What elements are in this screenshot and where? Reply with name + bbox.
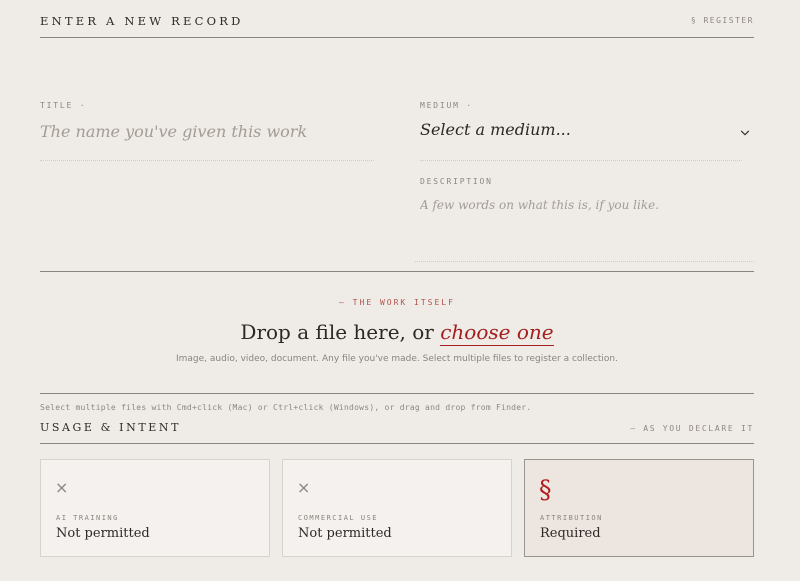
title-input[interactable] (40, 116, 374, 146)
attribution-value: Required (540, 526, 601, 541)
ai-training-card[interactable]: × AI TRAINING Not permitted (40, 459, 270, 557)
chevron-down-icon (740, 123, 750, 136)
form-divider (40, 271, 754, 272)
upload-divider (40, 393, 754, 394)
attribution-label: ATTRIBUTION (540, 514, 603, 522)
commercial-use-label: COMMERCIAL USE (298, 514, 379, 522)
commercial-use-card[interactable]: × COMMERCIAL USE Not permitted (282, 459, 512, 557)
page-header: ENTER A NEW RECORD § REGISTER (40, 14, 754, 38)
medium-select-value: Select a medium... (420, 120, 571, 139)
upload-prompt-prefix: Drop a file here, or (240, 320, 441, 344)
upload-prompt: Drop a file here, or choose one (40, 320, 754, 346)
usage-divider (40, 443, 754, 444)
description-label: DESCRIPTION (420, 177, 493, 186)
close-icon: × (55, 478, 69, 497)
ai-training-label: AI TRAINING (56, 514, 119, 522)
header-divider (40, 37, 754, 38)
medium-underline (420, 160, 742, 161)
section-sign-icon: § (539, 475, 552, 504)
title-underline (40, 160, 374, 161)
page-title: ENTER A NEW RECORD (40, 14, 244, 28)
description-underline (415, 261, 754, 262)
record-entry-page: ENTER A NEW RECORD § REGISTER TITLE · ME… (0, 0, 800, 581)
medium-label: MEDIUM · (420, 101, 473, 110)
description-textarea[interactable] (420, 197, 754, 247)
upload-helper: Image, audio, video, document. Any file … (176, 354, 618, 364)
usage-aside: — AS YOU DECLARE IT (630, 424, 754, 433)
medium-select[interactable]: Select a medium... (420, 116, 754, 146)
title-label: TITLE · (40, 101, 87, 110)
selection-note: Select multiple files with Cmd+click (Ma… (40, 403, 532, 412)
usage-cards: × AI TRAINING Not permitted × COMMERCIAL… (40, 459, 754, 557)
attribution-card[interactable]: § ATTRIBUTION Required (524, 459, 754, 557)
choose-file-link[interactable]: choose one (440, 320, 554, 346)
commercial-use-value: Not permitted (298, 526, 392, 541)
upload-eyebrow: — THE WORK ITSELF (339, 298, 455, 307)
close-icon: × (297, 478, 311, 497)
usage-title: USAGE & INTENT (40, 421, 182, 434)
ai-training-value: Not permitted (56, 526, 150, 541)
register-link[interactable]: § REGISTER (691, 16, 754, 25)
file-drop-zone[interactable]: — THE WORK ITSELF Drop a file here, or c… (40, 282, 754, 392)
